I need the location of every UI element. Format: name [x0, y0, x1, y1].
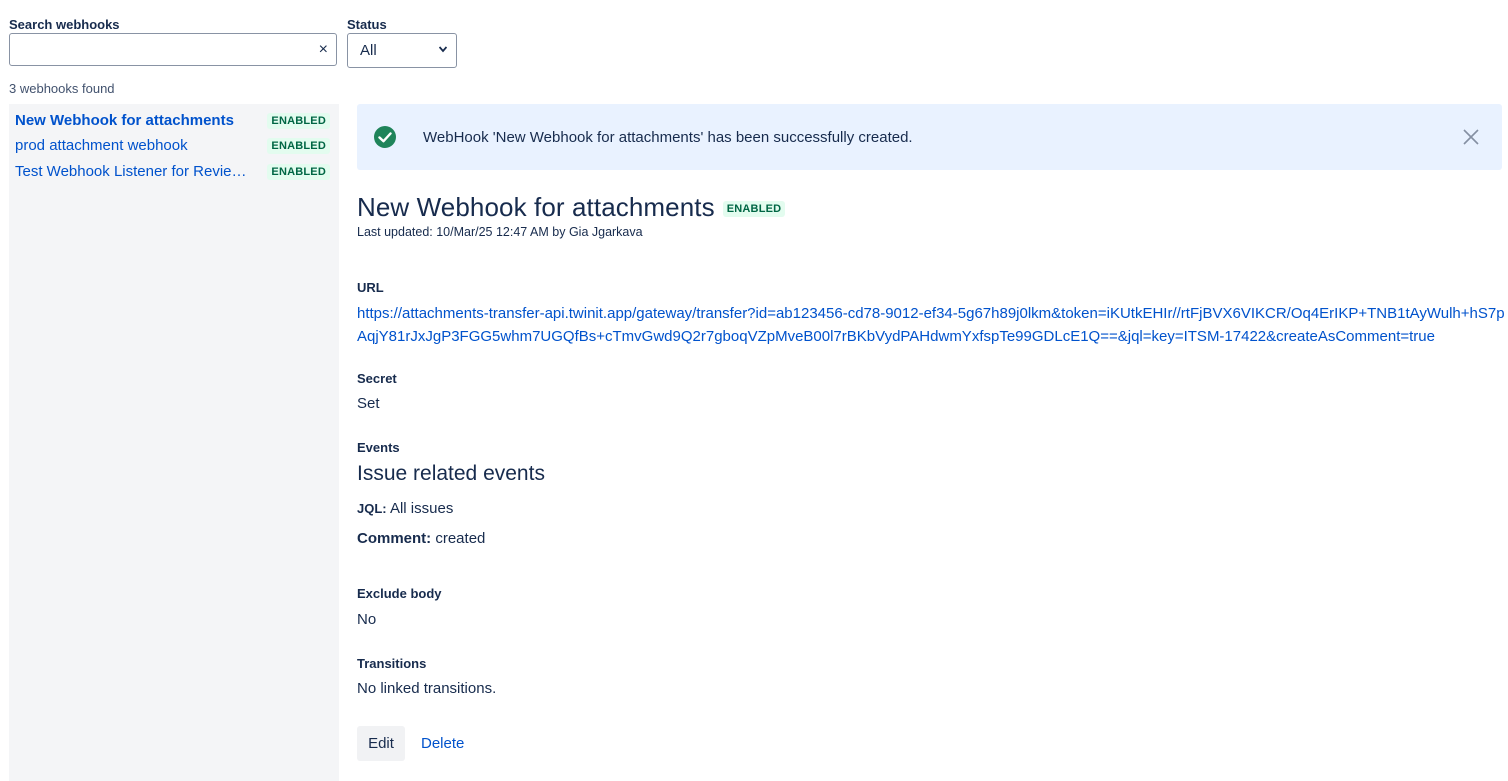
chevron-down-icon — [439, 46, 447, 53]
results-count: 3 webhooks found — [9, 81, 115, 96]
search-field: × — [9, 33, 337, 66]
webhook-header: New Webhook for attachments ENABLED — [357, 192, 786, 223]
comment-key: Comment: — [357, 530, 432, 547]
clear-search-icon[interactable]: × — [319, 41, 328, 59]
webhook-list-item[interactable]: prod attachment webhook ENABLED — [15, 134, 333, 156]
exclude-body-value: No — [357, 611, 377, 628]
webhook-url-link[interactable]: https://attachments-transfer-api.twinit.… — [357, 302, 1505, 348]
comment-value: created — [435, 530, 486, 547]
success-banner: WebHook 'New Webhook for attachments' ha… — [357, 104, 1502, 170]
status-select[interactable]: All — [347, 33, 457, 68]
last-updated-text: Last updated: 10/Mar/25 12:47 AM by Gia … — [357, 225, 643, 239]
webhook-list-item-name[interactable]: Test Webhook Listener for Review Process — [15, 163, 250, 180]
webhook-list-item-name[interactable]: New Webhook for attachments — [15, 112, 250, 129]
secret-label: Secret — [357, 371, 397, 386]
page-title: New Webhook for attachments — [357, 192, 715, 222]
status-badge: ENABLED — [267, 138, 330, 154]
status-badge: ENABLED — [722, 201, 786, 217]
status-label: Status — [347, 17, 387, 32]
webhook-list-item[interactable]: New Webhook for attachments ENABLED — [15, 109, 333, 131]
check-circle-icon — [374, 126, 396, 148]
success-message: WebHook 'New Webhook for attachments' ha… — [423, 129, 913, 146]
status-badge: ENABLED — [267, 113, 330, 129]
exclude-body-label: Exclude body — [357, 586, 442, 601]
jql-key: JQL: — [357, 501, 387, 516]
secret-value: Set — [357, 395, 380, 412]
transitions-value: No linked transitions. — [357, 680, 497, 697]
comment-line: Comment: created — [357, 530, 485, 547]
events-label: Events — [357, 440, 400, 455]
events-heading: Issue related events — [357, 462, 545, 485]
jql-value: All issues — [389, 500, 454, 517]
edit-button[interactable]: Edit — [357, 726, 405, 761]
webhook-list: New Webhook for attachments ENABLED prod… — [9, 104, 339, 781]
webhook-list-item[interactable]: Test Webhook Listener for Review Process… — [15, 160, 333, 182]
url-label: URL — [357, 280, 384, 295]
jql-line: JQL: All issues — [357, 500, 453, 517]
search-input[interactable] — [16, 34, 310, 66]
status-select-value: All — [360, 42, 377, 59]
transitions-label: Transitions — [357, 656, 427, 671]
close-icon[interactable] — [1462, 128, 1480, 146]
search-label: Search webhooks — [9, 17, 120, 32]
status-badge: ENABLED — [267, 164, 330, 180]
webhook-list-item-name[interactable]: prod attachment webhook — [15, 137, 250, 154]
delete-button[interactable]: Delete — [413, 726, 472, 761]
